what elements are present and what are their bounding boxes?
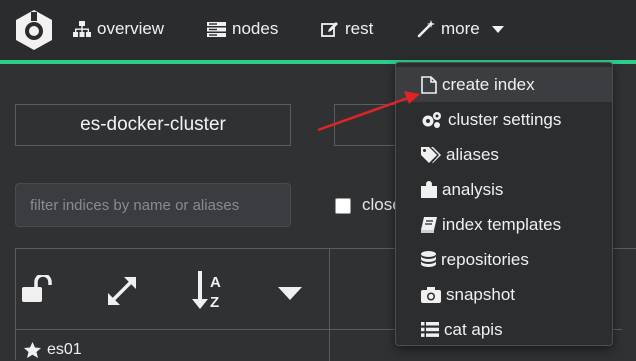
chevron-down-icon [491, 25, 504, 33]
nav-rest-label: rest [345, 19, 374, 38]
nav-overview[interactable]: overview [73, 19, 164, 39]
menu-item-label: cat apis [444, 319, 503, 339]
menu-item-label: snapshot [446, 284, 515, 304]
menu-item-label: aliases [446, 144, 499, 164]
cogs-icon [422, 111, 441, 128]
nav-nodes[interactable]: nodes [207, 19, 278, 39]
node-name: es01 [47, 341, 82, 358]
puzzle-icon [421, 181, 437, 198]
column-divider [329, 249, 330, 361]
nav-more[interactable]: more [417, 19, 504, 39]
nav-more-label: more [441, 19, 480, 38]
more-dropdown-menu: create index cluster settings aliases an… [395, 62, 613, 346]
navbar: overview nodes rest more [0, 0, 636, 64]
sitemap-icon [73, 21, 91, 37]
camera-icon [421, 286, 441, 303]
menu-item-aliases[interactable]: aliases [396, 137, 612, 172]
svg-text:A: A [210, 274, 221, 291]
menu-item-cluster-settings[interactable]: cluster settings [396, 102, 612, 137]
cerebro-logo-icon[interactable] [13, 9, 55, 51]
table-row[interactable]: es01 [24, 341, 82, 359]
expand-icon[interactable] [106, 275, 138, 307]
edit-icon [321, 21, 338, 37]
menu-item-analysis[interactable]: analysis [396, 172, 612, 207]
menu-item-label: index templates [442, 214, 562, 234]
menu-item-repositories[interactable]: repositories [396, 242, 612, 277]
filter-indices-input[interactable] [15, 183, 291, 227]
unlock-icon[interactable] [22, 275, 56, 303]
nav-overview-label: overview [97, 19, 165, 38]
magic-wand-icon [417, 20, 435, 38]
list-icon [421, 322, 439, 337]
file-icon [421, 75, 437, 94]
nav-nodes-label: nodes [232, 19, 279, 38]
cluster-name-box: es-docker-cluster [15, 104, 291, 146]
menu-item-index-templates[interactable]: index templates [396, 207, 612, 242]
cluster-name: es-docker-cluster [80, 114, 226, 135]
menu-item-snapshot[interactable]: snapshot [396, 277, 612, 312]
menu-item-label: analysis [442, 179, 504, 199]
svg-text:Z: Z [210, 294, 219, 311]
book-icon [421, 216, 437, 233]
tags-icon [421, 146, 441, 163]
menu-item-label: create index [442, 74, 535, 94]
menu-item-cat-apis[interactable]: cat apis [396, 312, 612, 347]
menu-item-label: cluster settings [448, 109, 562, 129]
menu-item-label: repositories [441, 249, 529, 269]
menu-item-create-index[interactable]: create index [396, 67, 612, 102]
database-icon [421, 250, 436, 267]
caret-down-icon[interactable] [278, 287, 302, 300]
sort-alpha-icon[interactable]: A Z [192, 271, 228, 311]
server-icon [207, 21, 226, 37]
closed-checkbox[interactable] [335, 198, 351, 214]
star-icon [24, 342, 41, 358]
nav-rest[interactable]: rest [321, 19, 373, 39]
